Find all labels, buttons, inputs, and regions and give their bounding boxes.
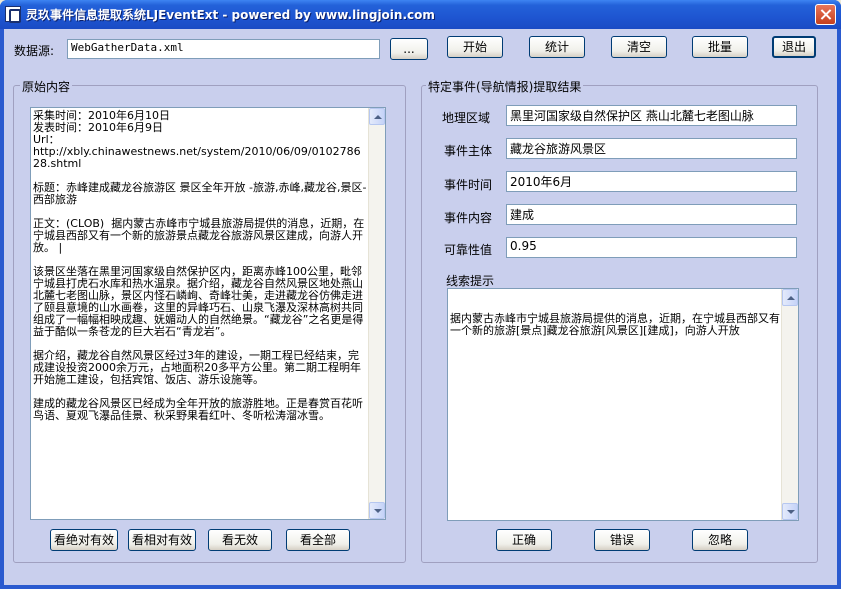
arrow-down-icon bbox=[374, 509, 382, 513]
browse-button[interactable]: ... bbox=[390, 38, 428, 60]
view-invalid-button[interactable]: 看无效 bbox=[208, 529, 272, 551]
region-label: 地理区域 bbox=[442, 111, 491, 125]
time-label: 事件时间 bbox=[444, 178, 493, 192]
exit-button[interactable]: 退出 bbox=[772, 36, 816, 58]
content-field[interactable]: 建成 bbox=[506, 204, 797, 225]
scroll-up-button[interactable] bbox=[369, 108, 385, 125]
arrow-up-icon bbox=[787, 296, 795, 300]
original-content-textarea[interactable]: 采集时间：2010年6月10日 发表时间：2010年6月9日 Url： http… bbox=[30, 107, 386, 520]
subject-label: 事件主体 bbox=[444, 144, 493, 158]
view-absolute-valid-button[interactable]: 看绝对有效 bbox=[50, 529, 118, 551]
close-button[interactable] bbox=[815, 4, 836, 25]
clear-button[interactable]: 清空 bbox=[611, 36, 667, 58]
client-area: 数据源: WebGatherData.xml ... 开始 统计 清空 批量 退… bbox=[4, 29, 837, 585]
app-icon bbox=[5, 6, 21, 23]
data-source-label: 数据源: bbox=[14, 44, 55, 58]
correct-button[interactable]: 正确 bbox=[496, 529, 552, 551]
original-content-title: 原始内容 bbox=[20, 78, 73, 95]
view-relative-valid-button[interactable]: 看相对有效 bbox=[128, 529, 196, 551]
stats-button[interactable]: 统计 bbox=[529, 36, 585, 58]
title-bar[interactable]: 灵玖事件信息提取系统LJEventExt - powered by www.li… bbox=[0, 0, 841, 29]
view-all-button[interactable]: 看全部 bbox=[286, 529, 350, 551]
reliability-label: 可靠性值 bbox=[444, 243, 493, 257]
original-content-scrollbar[interactable] bbox=[368, 108, 385, 519]
clue-text: 据内蒙古赤峰市宁城县旅游局提供的消息，近期，在宁城县西部又有一个新的旅游[景点]… bbox=[450, 312, 780, 337]
clue-scroll-down-button[interactable] bbox=[782, 503, 798, 520]
time-field[interactable]: 2010年6月 bbox=[506, 171, 797, 192]
arrow-up-icon bbox=[374, 115, 382, 119]
clue-scroll-up-button[interactable] bbox=[782, 289, 798, 306]
data-source-input[interactable]: WebGatherData.xml bbox=[67, 39, 380, 59]
clue-scrollbar[interactable] bbox=[781, 289, 798, 520]
extraction-result-title: 特定事件(导航情报)提取结果 bbox=[426, 78, 584, 95]
arrow-down-icon bbox=[787, 510, 795, 514]
window-title: 灵玖事件信息提取系统LJEventExt - powered by www.li… bbox=[26, 8, 435, 22]
reliability-field[interactable]: 0.95 bbox=[506, 237, 797, 258]
subject-field[interactable]: 藏龙谷旅游风景区 bbox=[506, 138, 797, 159]
start-button[interactable]: 开始 bbox=[447, 36, 503, 58]
region-field[interactable]: 黑里河国家级自然保护区 燕山北麓七老图山脉 bbox=[506, 105, 797, 126]
content-label: 事件内容 bbox=[444, 211, 493, 225]
app-window: 灵玖事件信息提取系统LJEventExt - powered by www.li… bbox=[0, 0, 841, 589]
clue-textarea[interactable]: 据内蒙古赤峰市宁城县旅游局提供的消息，近期，在宁城县西部又有一个新的旅游[景点]… bbox=[447, 288, 799, 521]
original-content-text: 采集时间：2010年6月10日 发表时间：2010年6月9日 Url： http… bbox=[33, 109, 367, 422]
clue-label: 线索提示 bbox=[446, 274, 495, 288]
batch-button[interactable]: 批量 bbox=[692, 36, 748, 58]
wrong-button[interactable]: 错误 bbox=[594, 529, 650, 551]
ignore-button[interactable]: 忽略 bbox=[692, 529, 748, 551]
scroll-down-button[interactable] bbox=[369, 502, 385, 519]
